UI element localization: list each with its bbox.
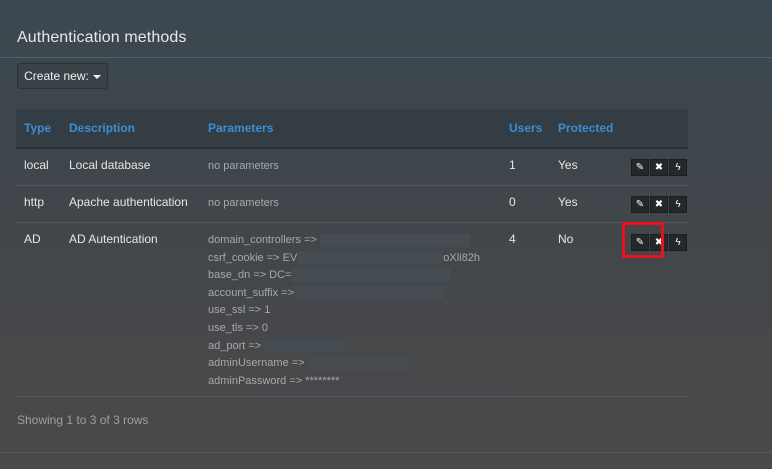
bolt-icon: ϟ [675,162,681,173]
bolt-icon: ϟ [675,237,681,248]
delete-button[interactable]: ✖ [650,159,668,176]
param-suffix: oXli82h [443,251,480,264]
table-row: AD AD Autentication domain_controllers =… [16,223,688,397]
param-line: ad_port => [208,339,262,352]
test-button[interactable]: ϟ [669,234,687,251]
edit-button[interactable]: ✎ [631,196,649,213]
redacted-block [294,286,445,300]
footer-divider [0,452,772,453]
param-line: use_ssl => 1 [208,304,271,317]
param-line: adminUsername => [208,357,305,370]
header-users[interactable]: Users [509,121,542,135]
row-type: http [24,195,45,209]
redacted-block [307,356,408,370]
row-parameters: no parameters [208,195,279,213]
redacted-block [297,251,444,265]
param-line: csrf_cookie => EV [208,251,298,264]
highlight-box [622,222,664,258]
row-description: Apache authentication [69,195,188,209]
redacted-block [264,339,345,353]
table-header: Type Description Parameters Users Protec… [16,109,688,149]
param-line: no parameters [208,160,279,172]
row-protected: Yes [558,158,578,172]
row-protected: No [558,232,574,246]
header-parameters[interactable]: Parameters [208,121,273,135]
param-line: adminPassword => ******** [208,374,340,387]
caret-down-icon [92,74,101,79]
header-description[interactable]: Description [69,121,135,135]
param-line: account_suffix => [208,286,295,299]
header-protected[interactable]: Protected [558,121,613,135]
test-button[interactable]: ϟ [669,196,687,213]
header-type[interactable]: Type [24,121,51,135]
page-title: Authentication methods [17,29,187,46]
pencil-icon: ✎ [635,199,645,210]
delete-button[interactable]: ✖ [650,196,668,213]
param-line: domain_controllers => [208,234,317,246]
create-new-label: Create new: [24,69,89,83]
auth-methods-table: Type Description Parameters Users Protec… [16,109,688,397]
row-users: 0 [509,195,516,209]
pencil-icon: ✎ [635,162,645,173]
param-line: no parameters [208,197,279,209]
bolt-icon: ϟ [675,199,681,210]
param-line: base_dn => DC= [208,269,292,282]
row-protected: Yes [558,195,578,209]
row-type: AD [24,232,41,246]
table-row: http Apache authentication no parameters… [16,186,688,223]
create-new-button[interactable]: Create new: [17,63,108,89]
row-users: 4 [509,232,516,246]
row-description: Local database [69,158,151,172]
row-actions: ✎ ✖ ϟ [631,196,687,213]
times-icon: ✖ [654,162,664,173]
table-row: local Local database no parameters 1 Yes… [16,149,688,186]
redacted-block [291,268,452,282]
row-parameters: domain_controllers => csrf_cookie => EV o… [208,232,480,390]
param-line: use_tls => 0 [208,321,268,334]
row-description: AD Autentication [69,232,158,246]
table-status: Showing 1 to 3 of 3 rows [17,413,149,427]
title-divider [0,57,772,58]
row-users: 1 [509,158,516,172]
times-icon: ✖ [654,199,664,210]
row-actions: ✎ ✖ ϟ [631,159,687,176]
redacted-block [319,233,470,247]
row-type: local [24,158,49,172]
edit-button[interactable]: ✎ [631,159,649,176]
test-button[interactable]: ϟ [669,159,687,176]
row-parameters: no parameters [208,158,279,176]
